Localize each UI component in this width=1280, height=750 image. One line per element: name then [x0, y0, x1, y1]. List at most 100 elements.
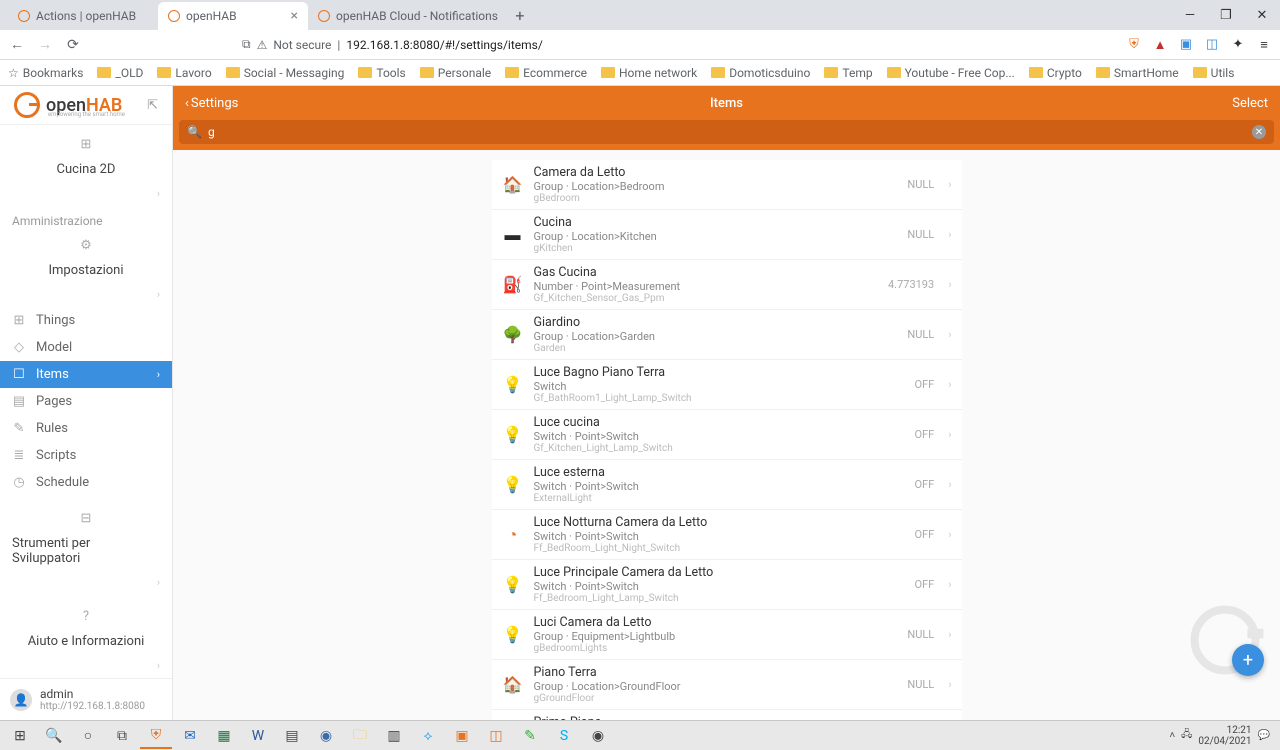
new-tab-button[interactable]: + — [508, 6, 532, 25]
bookmark-item[interactable]: Social - Messaging — [226, 66, 345, 80]
nav-forward: → — [36, 36, 54, 53]
select-button[interactable]: Select — [1232, 96, 1268, 111]
item-row[interactable]: ◔ Luce Notturna Camera da Letto Switch ·… — [492, 510, 962, 560]
bookmark-item[interactable]: Temp — [824, 66, 872, 80]
window-minimize[interactable]: — — [1172, 0, 1208, 30]
cast-icon[interactable]: ▣ — [1178, 37, 1194, 53]
obs-icon[interactable]: ◉ — [582, 723, 614, 749]
sidebar-item-things[interactable]: ⊞Things — [0, 307, 172, 334]
bookmark-item[interactable]: Ecommerce — [505, 66, 587, 80]
word-icon[interactable]: W — [242, 723, 274, 749]
extensions-icon[interactable]: ✦ — [1230, 37, 1246, 53]
window-close[interactable]: ✕ — [1244, 0, 1280, 30]
sidebar-item-items[interactable]: ☐Items› — [0, 361, 172, 388]
item-row[interactable]: ⛽ Gas Cucina Number · Point>Measurement … — [492, 260, 962, 310]
sidebar-item-rules[interactable]: ✎Rules — [0, 415, 172, 442]
chevron-right-icon: › — [157, 659, 160, 672]
sidebar-item-scripts[interactable]: ≣Scripts — [0, 442, 172, 469]
item-value: NULL — [907, 678, 934, 691]
bookmark-item[interactable]: Youtube - Free Cop... — [887, 66, 1015, 80]
item-row[interactable]: 💡 Luce cucina Switch · Point>Switch Gf_K… — [492, 410, 962, 460]
pin-sidebar-icon[interactable]: ⇱ — [147, 98, 158, 113]
item-row[interactable]: 💡 Luce esterna Switch · Point>Switch Ext… — [492, 460, 962, 510]
item-value: NULL — [907, 328, 934, 341]
app-icon-3[interactable]: ✎ — [514, 723, 546, 749]
back-to-settings[interactable]: ‹ Settings — [185, 96, 238, 111]
tray-network-icon[interactable]: 🖧 — [1181, 727, 1192, 744]
app-icon-1[interactable]: ▣ — [446, 723, 478, 749]
item-row[interactable]: ▬ Cucina Group · Location>Kitchen gKitch… — [492, 210, 962, 260]
bookmark-label: Tools — [376, 66, 405, 80]
sidebar-item-cucina[interactable]: ⊞ Cucina 2D › — [0, 131, 172, 206]
chevron-right-icon: › — [948, 278, 951, 291]
sidebar-footer[interactable]: 👤 admin http://192.168.1.8:8080 — [0, 678, 172, 720]
item-row[interactable]: 🏠 Camera da Letto Group · Location>Bedro… — [492, 160, 962, 210]
search-input[interactable] — [208, 125, 1246, 139]
add-item-fab[interactable]: + — [1232, 644, 1264, 676]
item-row[interactable]: 💡 Luce Bagno Piano Terra Switch Gf_BathR… — [492, 360, 962, 410]
cortana-icon[interactable]: ○ — [72, 723, 104, 749]
nav-reload[interactable]: ⟳ — [64, 37, 82, 53]
grid-icon: ⊞ — [79, 137, 93, 152]
close-tab-icon[interactable]: × — [291, 8, 298, 24]
search-taskbar-icon[interactable]: 🔍 — [38, 723, 70, 749]
items-list-wrap[interactable]: 🏠 Camera da Letto Group · Location>Bedro… — [173, 150, 1280, 720]
chevron-right-icon: › — [157, 288, 160, 301]
browser-taskbar-icon[interactable]: ⛨ — [140, 723, 172, 749]
system-clock[interactable]: 12:21 02/04/2021 — [1198, 725, 1251, 747]
item-row[interactable]: 💡 Luce Principale Camera da Letto Switch… — [492, 560, 962, 610]
vscode-icon[interactable]: ⟡ — [412, 723, 444, 749]
skype-icon[interactable]: S — [548, 723, 580, 749]
outlook-icon[interactable]: ✉ — [174, 723, 206, 749]
reader-mode-icon[interactable]: ⧉ — [242, 37, 251, 52]
security-warning-icon[interactable]: ⚠ — [257, 38, 268, 52]
chevron-right-icon: › — [948, 228, 951, 241]
excel-icon[interactable]: ▦ — [208, 723, 240, 749]
bookmark-item[interactable]: Crypto — [1029, 66, 1082, 80]
bookmark-item[interactable]: Domoticsduino — [711, 66, 810, 80]
nav-back[interactable]: ← — [8, 36, 26, 53]
sidebar-item-impostazioni[interactable]: ⚙Impostazioni› — [0, 232, 172, 307]
bookmark-item[interactable]: Lavoro — [157, 66, 211, 80]
sidebar-item-dev-tools[interactable]: ⊟ Strumenti per Sviluppatori › — [0, 505, 172, 595]
keepass-icon[interactable]: ◉ — [310, 723, 342, 749]
item-row[interactable]: 🌳 Giardino Group · Location>Garden Garde… — [492, 310, 962, 360]
address-bar[interactable]: ⧉ ⚠ Not secure | 192.168.1.8:8080/#!/set… — [92, 37, 1116, 52]
bookmark-item[interactable]: _OLD — [97, 66, 143, 80]
shield-icon[interactable]: ⛨ — [1126, 37, 1142, 53]
item-row[interactable]: 🏠 Piano Terra Group · Location>GroundFlo… — [492, 660, 962, 710]
start-button[interactable]: ⊞ — [4, 723, 36, 749]
bookmark-item[interactable]: Utils — [1193, 66, 1235, 80]
bookmark-item[interactable]: Home network — [601, 66, 697, 80]
adblock-icon[interactable]: ▲ — [1152, 37, 1168, 53]
app-icon-2[interactable]: ◫ — [480, 723, 512, 749]
putty-icon[interactable]: ▥ — [378, 723, 410, 749]
browser-tab[interactable]: Actions | openHAB — [8, 2, 158, 30]
sidebar-icon: ⚙ — [79, 238, 93, 253]
bookmark-label: Social - Messaging — [244, 66, 345, 80]
bookmark-item[interactable]: SmartHome — [1096, 66, 1179, 80]
tray-chevron-icon[interactable]: ˄ — [1169, 730, 1175, 741]
sidebar-item-schedule[interactable]: ◷Schedule — [0, 469, 172, 496]
explorer-icon[interactable]: 🗀 — [344, 723, 376, 749]
bookmark-item[interactable]: Tools — [358, 66, 405, 80]
browser-tab[interactable]: openHAB× — [158, 2, 308, 30]
notepad-icon[interactable]: ▤ — [276, 723, 308, 749]
bookmark-item[interactable]: Bookmarks — [8, 66, 83, 80]
menu-icon[interactable]: ≡ — [1256, 37, 1272, 53]
sidebar-item-pages[interactable]: ▤Pages — [0, 388, 172, 415]
notifications-icon[interactable]: 💬 — [1258, 730, 1270, 741]
sidebar-label: Rules — [36, 421, 68, 436]
clear-search-icon[interactable]: ✕ — [1252, 125, 1266, 139]
sidebar-item-help[interactable]: ? Aiuto e Informazioni › — [0, 603, 172, 678]
chevron-right-icon: › — [948, 178, 951, 191]
bookmark-item[interactable]: Personale — [420, 66, 491, 80]
translate-icon[interactable]: ◫ — [1204, 37, 1220, 53]
item-row[interactable]: 🏠 Primo Piano Group · Location>FirstFloo… — [492, 710, 962, 720]
sidebar-item-model[interactable]: ◇Model — [0, 334, 172, 361]
bookmark-label: Bookmarks — [23, 66, 84, 80]
item-row[interactable]: 💡 Luci Camera da Letto Group · Equipment… — [492, 610, 962, 660]
window-maximize[interactable]: ❐ — [1208, 0, 1244, 30]
browser-tab[interactable]: openHAB Cloud - Notifications — [308, 2, 508, 30]
task-view-icon[interactable]: ⧉ — [106, 723, 138, 749]
